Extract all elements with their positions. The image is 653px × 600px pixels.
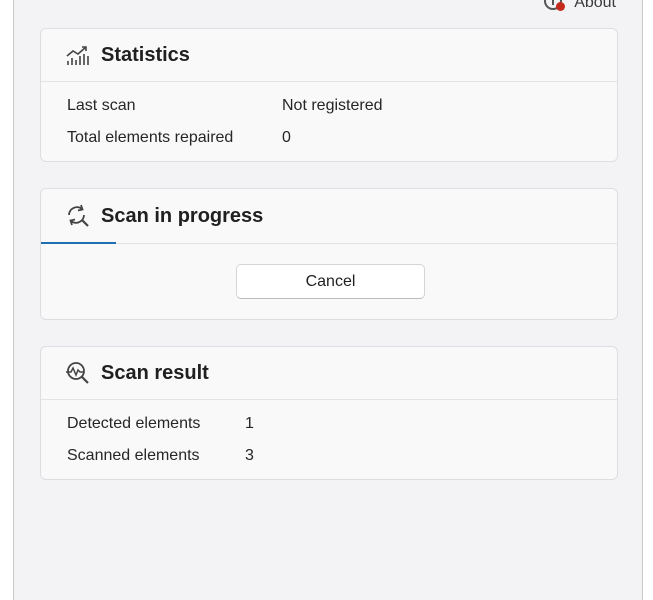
result-label: Detected elements bbox=[67, 415, 201, 432]
scan-result-card: Scan result Detected elements 1 Scanned … bbox=[40, 346, 618, 480]
stat-value: Not registered bbox=[282, 97, 383, 114]
stat-label: Total elements repaired bbox=[67, 129, 234, 146]
statistics-header: Statistics bbox=[41, 29, 617, 82]
scan-search-icon bbox=[65, 360, 91, 386]
app-window: About Statistics Last scan Not registere… bbox=[13, 0, 643, 600]
refresh-search-icon bbox=[65, 203, 91, 229]
scan-progress-card: Scan in progress Cancel bbox=[40, 188, 618, 320]
chart-icon bbox=[65, 42, 91, 68]
about-label: About bbox=[574, 0, 616, 11]
result-value: 3 bbox=[245, 447, 254, 464]
scan-progress-header: Scan in progress bbox=[41, 189, 617, 244]
result-label: Scanned elements bbox=[67, 447, 200, 464]
scan-progress-title: Scan in progress bbox=[101, 204, 264, 227]
scan-progress-fill bbox=[41, 242, 116, 244]
statistics-title: Statistics bbox=[101, 43, 190, 66]
scan-result-header: Scan result bbox=[41, 347, 617, 400]
info-icon bbox=[544, 0, 566, 14]
cancel-button[interactable]: Cancel bbox=[236, 264, 425, 299]
stat-row-last-scan: Last scan Not registered bbox=[67, 90, 591, 122]
scan-progress-bar bbox=[41, 242, 617, 244]
statistics-card: Statistics Last scan Not registered Tota… bbox=[40, 28, 618, 162]
notification-dot bbox=[556, 2, 566, 11]
result-row-detected: Detected elements 1 bbox=[67, 408, 591, 440]
stat-label: Last scan bbox=[67, 97, 136, 114]
about-link[interactable]: About bbox=[544, 0, 616, 14]
stat-row-repaired: Total elements repaired 0 bbox=[67, 122, 591, 154]
scan-result-title: Scan result bbox=[101, 361, 209, 384]
result-value: 1 bbox=[245, 415, 254, 432]
stat-value: 0 bbox=[282, 129, 291, 146]
result-row-scanned: Scanned elements 3 bbox=[67, 440, 591, 472]
